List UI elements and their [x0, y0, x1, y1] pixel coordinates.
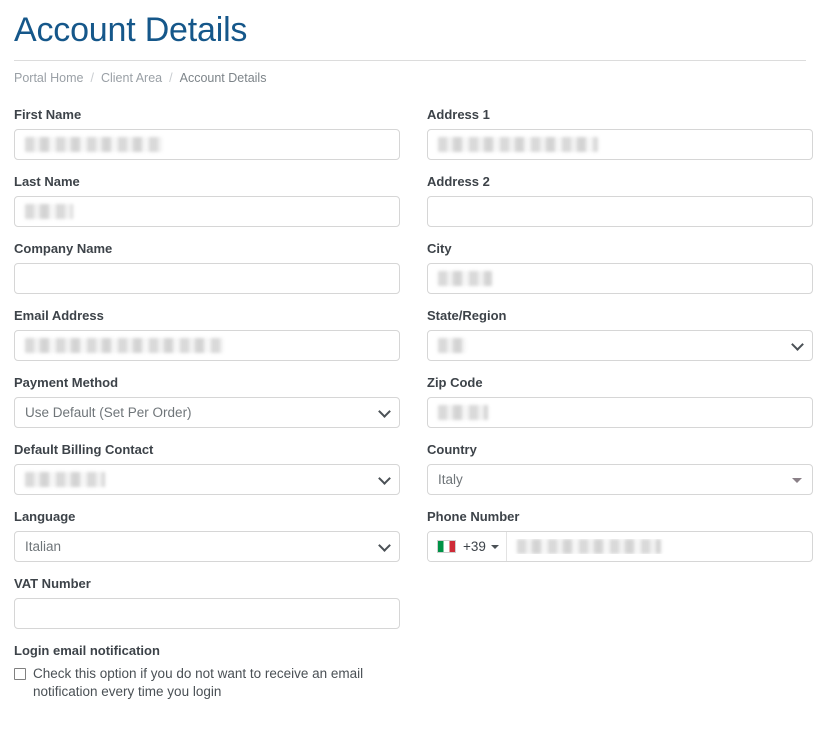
redacted-value [516, 539, 661, 554]
breadcrumb-item-portal-home[interactable]: Portal Home [14, 71, 83, 85]
address-2-label: Address 2 [427, 174, 490, 189]
field-state-region: State/Region [427, 308, 813, 361]
login-email-notification-block: Login email notification Check this opti… [14, 643, 400, 701]
company-name-label: Company Name [14, 241, 113, 256]
form-left-column: First Name Last Name Company Name Email … [14, 107, 400, 701]
redacted-value [438, 137, 598, 152]
field-first-name: First Name [14, 107, 400, 160]
last-name-input[interactable] [14, 196, 400, 227]
field-zip-code: Zip Code [427, 375, 813, 428]
zip-code-input[interactable] [427, 397, 813, 428]
state-region-select[interactable] [427, 330, 813, 361]
chevron-down-icon [378, 471, 391, 485]
first-name-input[interactable] [14, 129, 400, 160]
field-address-2: Address 2 [427, 174, 813, 227]
country-label: Country [427, 442, 477, 457]
city-label: City [427, 241, 452, 256]
caret-down-icon [792, 477, 802, 483]
first-name-label: First Name [14, 107, 82, 122]
default-billing-contact-label: Default Billing Contact [14, 442, 154, 457]
phone-country-selector[interactable]: +39 [428, 532, 507, 561]
payment-method-select[interactable]: Use Default (Set Per Order) [14, 397, 400, 428]
field-vat-number: VAT Number [14, 576, 400, 629]
redacted-value [25, 137, 162, 152]
field-company-name: Company Name [14, 241, 400, 294]
redacted-value [438, 405, 488, 420]
email-address-label: Email Address [14, 308, 104, 323]
chevron-down-icon [791, 337, 804, 351]
language-value: Italian [25, 538, 62, 554]
redacted-value [25, 204, 73, 219]
phone-number-input[interactable] [507, 539, 812, 554]
phone-dial-code: +39 [463, 538, 486, 554]
payment-method-label: Payment Method [14, 375, 119, 390]
language-label: Language [14, 509, 76, 524]
field-email-address: Email Address [14, 308, 400, 361]
language-select[interactable]: Italian [14, 531, 400, 562]
redacted-value [438, 338, 466, 353]
field-last-name: Last Name [14, 174, 400, 227]
company-name-input[interactable] [14, 263, 400, 294]
chevron-down-icon [378, 404, 391, 418]
breadcrumb-item-account-details: Account Details [179, 71, 267, 85]
country-value: Italy [438, 471, 463, 487]
phone-number-label: Phone Number [427, 509, 520, 524]
redacted-value [25, 472, 105, 487]
last-name-label: Last Name [14, 174, 80, 189]
italy-flag-icon [437, 540, 456, 553]
breadcrumb-item-client-area[interactable]: Client Area [101, 71, 162, 85]
address-1-label: Address 1 [427, 107, 490, 122]
city-input[interactable] [427, 263, 813, 294]
redacted-value [25, 338, 223, 353]
vat-number-label: VAT Number [14, 576, 91, 591]
breadcrumb-separator: / [90, 71, 94, 85]
state-region-label: State/Region [427, 308, 507, 323]
account-details-form: First Name Last Name Company Name Email … [14, 86, 813, 701]
field-country: Country Italy [427, 442, 813, 495]
login-email-notification-text: Check this option if you do not want to … [33, 666, 364, 699]
field-city: City [427, 241, 813, 294]
phone-number-group: +39 [427, 531, 813, 562]
vat-number-input[interactable] [14, 598, 400, 629]
breadcrumb-separator: / [169, 71, 173, 85]
breadcrumb: Portal Home / Client Area / Account Details [14, 61, 806, 86]
email-address-input[interactable] [14, 330, 400, 361]
field-address-1: Address 1 [427, 107, 813, 160]
caret-down-icon [490, 544, 499, 549]
field-phone-number: Phone Number +39 [427, 509, 813, 562]
address-2-input[interactable] [427, 196, 813, 227]
field-default-billing-contact: Default Billing Contact [14, 442, 400, 495]
login-email-notification-checkbox[interactable] [14, 668, 26, 680]
payment-method-value: Use Default (Set Per Order) [25, 404, 192, 420]
form-right-column: Address 1 Address 2 City State/Region Zi… [427, 107, 813, 701]
login-email-notification-row[interactable]: Check this option if you do not want to … [14, 665, 400, 701]
page-title: Account Details [14, 11, 248, 49]
field-language: Language Italian [14, 509, 400, 562]
country-select[interactable]: Italy [427, 464, 813, 495]
redacted-value [438, 271, 492, 286]
zip-code-label: Zip Code [427, 375, 483, 390]
account-details-page: Account Details Portal Home / Client Area /… [0, 10, 820, 701]
address-1-input[interactable] [427, 129, 813, 160]
login-email-notification-label: Login email notification [14, 643, 160, 658]
default-billing-contact-select[interactable] [14, 464, 400, 495]
chevron-down-icon [378, 538, 391, 552]
field-payment-method: Payment Method Use Default (Set Per Orde… [14, 375, 400, 428]
